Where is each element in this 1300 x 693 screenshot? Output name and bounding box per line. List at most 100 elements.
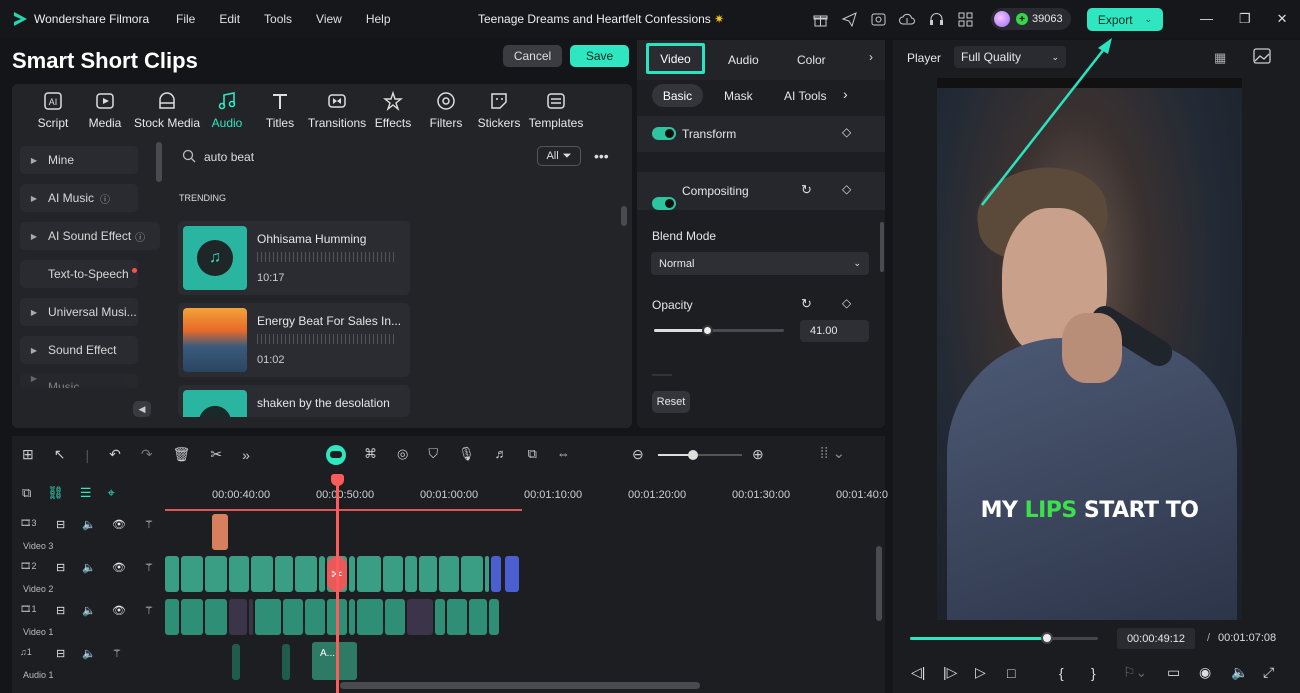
ai-magic-icon[interactable]: ⚚: [144, 561, 154, 574]
video-clip[interactable]: [439, 556, 459, 592]
render-icon[interactable]: ⧉: [528, 446, 537, 462]
more-options-icon[interactable]: •••: [594, 148, 609, 164]
transform-toggle[interactable]: [652, 127, 676, 140]
scissors-icon[interactable]: ✂: [210, 446, 222, 463]
subtab-mask[interactable]: Mask: [724, 89, 753, 103]
minimize-icon[interactable]: —: [1200, 11, 1213, 27]
fullscreen-icon[interactable]: ⤢: [1263, 664, 1281, 681]
volume-icon[interactable]: 🔈: [82, 604, 96, 617]
audio-clip[interactable]: [232, 644, 240, 680]
reset-button[interactable]: Reset: [652, 391, 690, 413]
video-clip[interactable]: [491, 556, 501, 592]
video-clip[interactable]: [419, 556, 437, 592]
undo-icon[interactable]: ↶: [109, 446, 121, 463]
video-clip[interactable]: [489, 599, 499, 635]
title-clip[interactable]: [212, 514, 228, 550]
chevron-right-icon[interactable]: ›: [869, 50, 873, 64]
microphone-icon[interactable]: 🎙: [458, 446, 475, 462]
gift-icon[interactable]: [812, 10, 828, 28]
maximize-icon[interactable]: ❐: [1239, 11, 1251, 27]
keyframe-diamond-icon[interactable]: ◇: [842, 182, 851, 196]
tool-filters[interactable]: Filters: [420, 90, 472, 136]
camera-snapshot-icon[interactable]: ◉: [1199, 664, 1217, 681]
marker-dropdown-icon[interactable]: ⚐⌄: [1123, 664, 1153, 681]
reset-icon[interactable]: ↻: [801, 296, 812, 312]
timeline-ruler[interactable]: 00:00:40:00 00:00:50:00 00:01:00:00 00:0…: [165, 474, 888, 512]
playhead-handle[interactable]: [331, 474, 344, 486]
stop-icon[interactable]: □: [1007, 665, 1025, 681]
tool-stock-media[interactable]: Stock Media: [132, 90, 202, 136]
keyframe-diamond-icon[interactable]: ◇: [842, 125, 851, 139]
link-icon[interactable]: ⛓: [47, 485, 64, 501]
help-icon[interactable]: ⓘ: [135, 229, 145, 244]
timeline-hscrollbar[interactable]: [340, 682, 700, 689]
tool-audio[interactable]: Audio: [202, 90, 252, 136]
volume-icon[interactable]: 🔈: [82, 518, 96, 531]
shield-icon[interactable]: ⛉: [428, 446, 438, 462]
tool-transitions[interactable]: Transitions: [308, 90, 366, 136]
blend-mode-select[interactable]: Normal ⌄: [651, 252, 869, 275]
timeline-vscrollbar[interactable]: [876, 546, 882, 621]
video-clip[interactable]: [165, 599, 179, 635]
playback-progress[interactable]: [910, 632, 1098, 644]
audio-clip[interactable]: A...: [312, 642, 357, 680]
sidebar-item-sound-effect[interactable]: ▶ Sound Effect: [20, 336, 138, 364]
sidebar-item-ai-sound-effect[interactable]: ▶ AI Sound Effect ⓘ: [20, 222, 160, 250]
play-icon[interactable]: ▷: [975, 664, 993, 681]
video-clip[interactable]: [181, 556, 203, 592]
audio-track-card[interactable]: shaken by the desolation: [178, 385, 410, 417]
eye-icon[interactable]: 👁: [112, 561, 126, 574]
subtab-basic[interactable]: Basic: [652, 84, 703, 107]
prev-frame-icon[interactable]: ◁|: [911, 664, 929, 681]
video-clip[interactable]: [205, 599, 227, 635]
sidebar-item-music[interactable]: ▶ Music: [20, 374, 138, 388]
video-clip[interactable]: [165, 556, 179, 592]
menu-tools[interactable]: Tools: [264, 12, 292, 26]
folder-icon[interactable]: ⊟: [56, 604, 65, 617]
video-clip[interactable]: [349, 599, 355, 635]
video-clip[interactable]: [447, 599, 467, 635]
ai-magic-icon[interactable]: ⚚: [112, 647, 122, 660]
display-settings-icon[interactable]: ▭: [1167, 664, 1185, 681]
properties-scrollbar[interactable]: [880, 222, 884, 272]
save-button[interactable]: Save: [570, 45, 629, 67]
grid-apps-icon[interactable]: [957, 10, 973, 28]
zoom-knob[interactable]: [688, 450, 698, 460]
send-icon[interactable]: [841, 10, 857, 28]
headset-icon[interactable]: [928, 10, 944, 28]
subtab-ai-tools[interactable]: AI Tools: [784, 89, 826, 103]
video-clip[interactable]: [461, 556, 483, 592]
speed-icon[interactable]: ◎: [397, 446, 408, 462]
mark-in-icon[interactable]: {: [1059, 665, 1077, 681]
more-tools-icon[interactable]: »: [242, 447, 250, 463]
grid-view-icon[interactable]: ▦: [1214, 50, 1226, 66]
volume-icon[interactable]: 🔈: [1231, 664, 1249, 681]
layout-grid-icon[interactable]: ⊞: [22, 446, 34, 463]
opacity-input[interactable]: 41.00: [800, 320, 869, 342]
audio-clip[interactable]: [282, 644, 290, 680]
cloud-upload-icon[interactable]: [899, 10, 915, 28]
video-clip[interactable]: [295, 556, 317, 592]
billing-icon[interactable]: [870, 10, 886, 28]
ai-magic-icon[interactable]: ⚚: [144, 518, 154, 531]
video-clip[interactable]: [319, 556, 325, 592]
volume-icon[interactable]: 🔈: [82, 561, 96, 574]
video-clip[interactable]: [407, 599, 433, 635]
ai-assistant-icon[interactable]: [326, 445, 346, 465]
ai-magic-icon[interactable]: ⚚: [144, 604, 154, 617]
credits-badge[interactable]: + 39063: [991, 8, 1071, 30]
menu-file[interactable]: File: [176, 12, 195, 26]
tool-media[interactable]: Media: [78, 90, 132, 136]
select-pointer-icon[interactable]: ↖: [54, 446, 66, 463]
video-clip[interactable]: [229, 556, 249, 592]
audio-mix-icon[interactable]: ♬: [495, 446, 508, 462]
video-clip[interactable]: [405, 556, 417, 592]
tracks-area[interactable]: A... ✂: [165, 512, 875, 682]
video-clip[interactable]: [349, 556, 355, 592]
tool-titles[interactable]: Titles: [252, 90, 308, 136]
export-button[interactable]: Export ⌄: [1087, 8, 1163, 31]
zoom-out-icon[interactable]: ⊖: [632, 446, 644, 463]
video-clip[interactable]: [505, 556, 519, 592]
menu-edit[interactable]: Edit: [219, 12, 240, 26]
eye-icon[interactable]: 👁: [112, 604, 126, 617]
